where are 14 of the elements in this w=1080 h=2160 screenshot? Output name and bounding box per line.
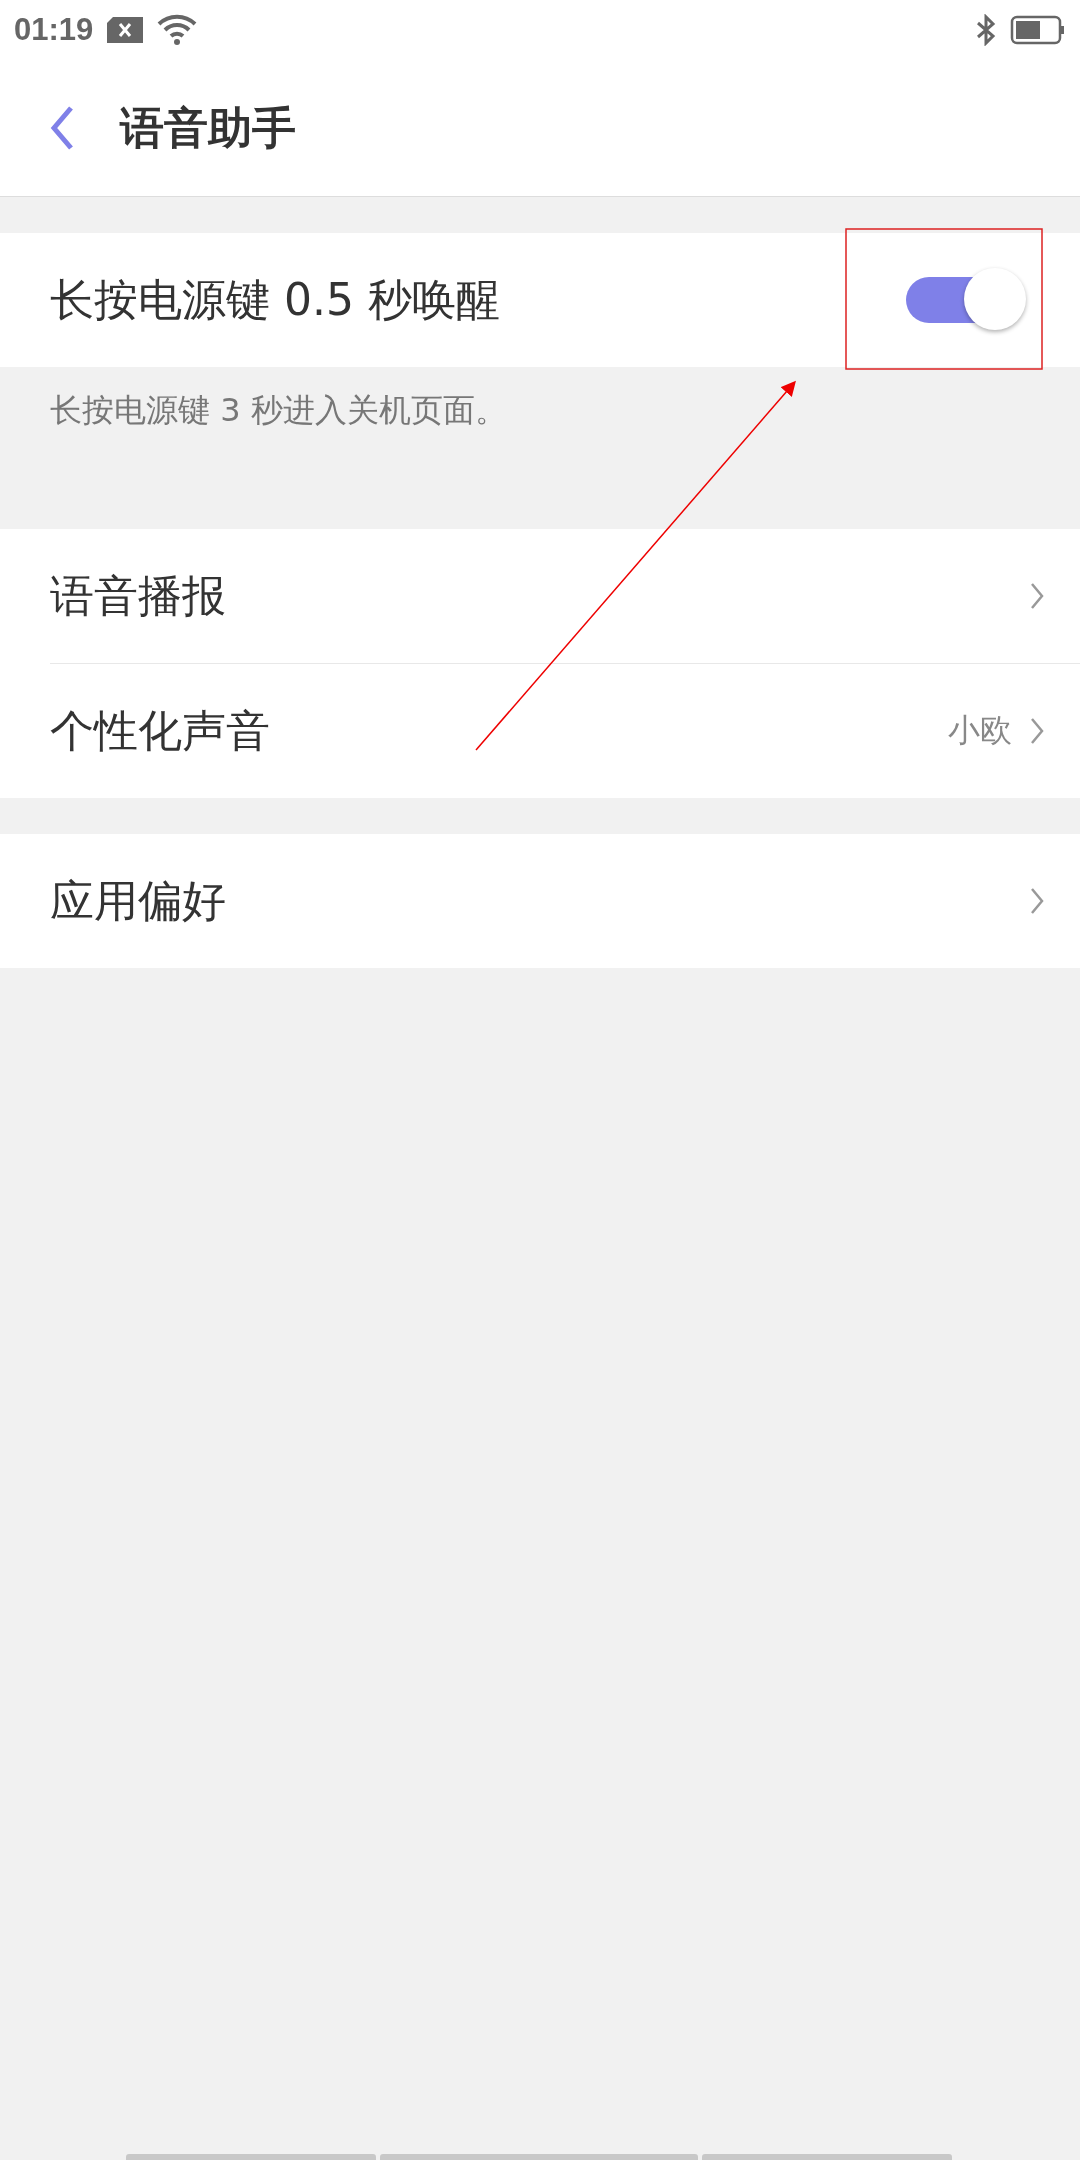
status-time: 01:19 <box>14 12 94 48</box>
hint-text: 长按电源键 3 秒进入关机页面。 <box>50 391 507 429</box>
sim-card-icon <box>107 17 144 43</box>
setting-value: 小欧 <box>948 710 1012 751</box>
chevron-right-icon <box>1030 887 1044 915</box>
setting-label: 个性化声音 <box>50 703 271 758</box>
battery-icon <box>1010 15 1066 45</box>
setting-label: 应用偏好 <box>50 873 227 928</box>
chevron-right-icon <box>1030 717 1044 745</box>
page-title: 语音助手 <box>120 100 296 155</box>
setting-label: 语音播报 <box>50 568 227 623</box>
setting-label: 长按电源键 0.5 秒唤醒 <box>50 272 501 327</box>
chevron-right-icon <box>1030 582 1044 610</box>
bluetooth-icon <box>976 14 996 46</box>
